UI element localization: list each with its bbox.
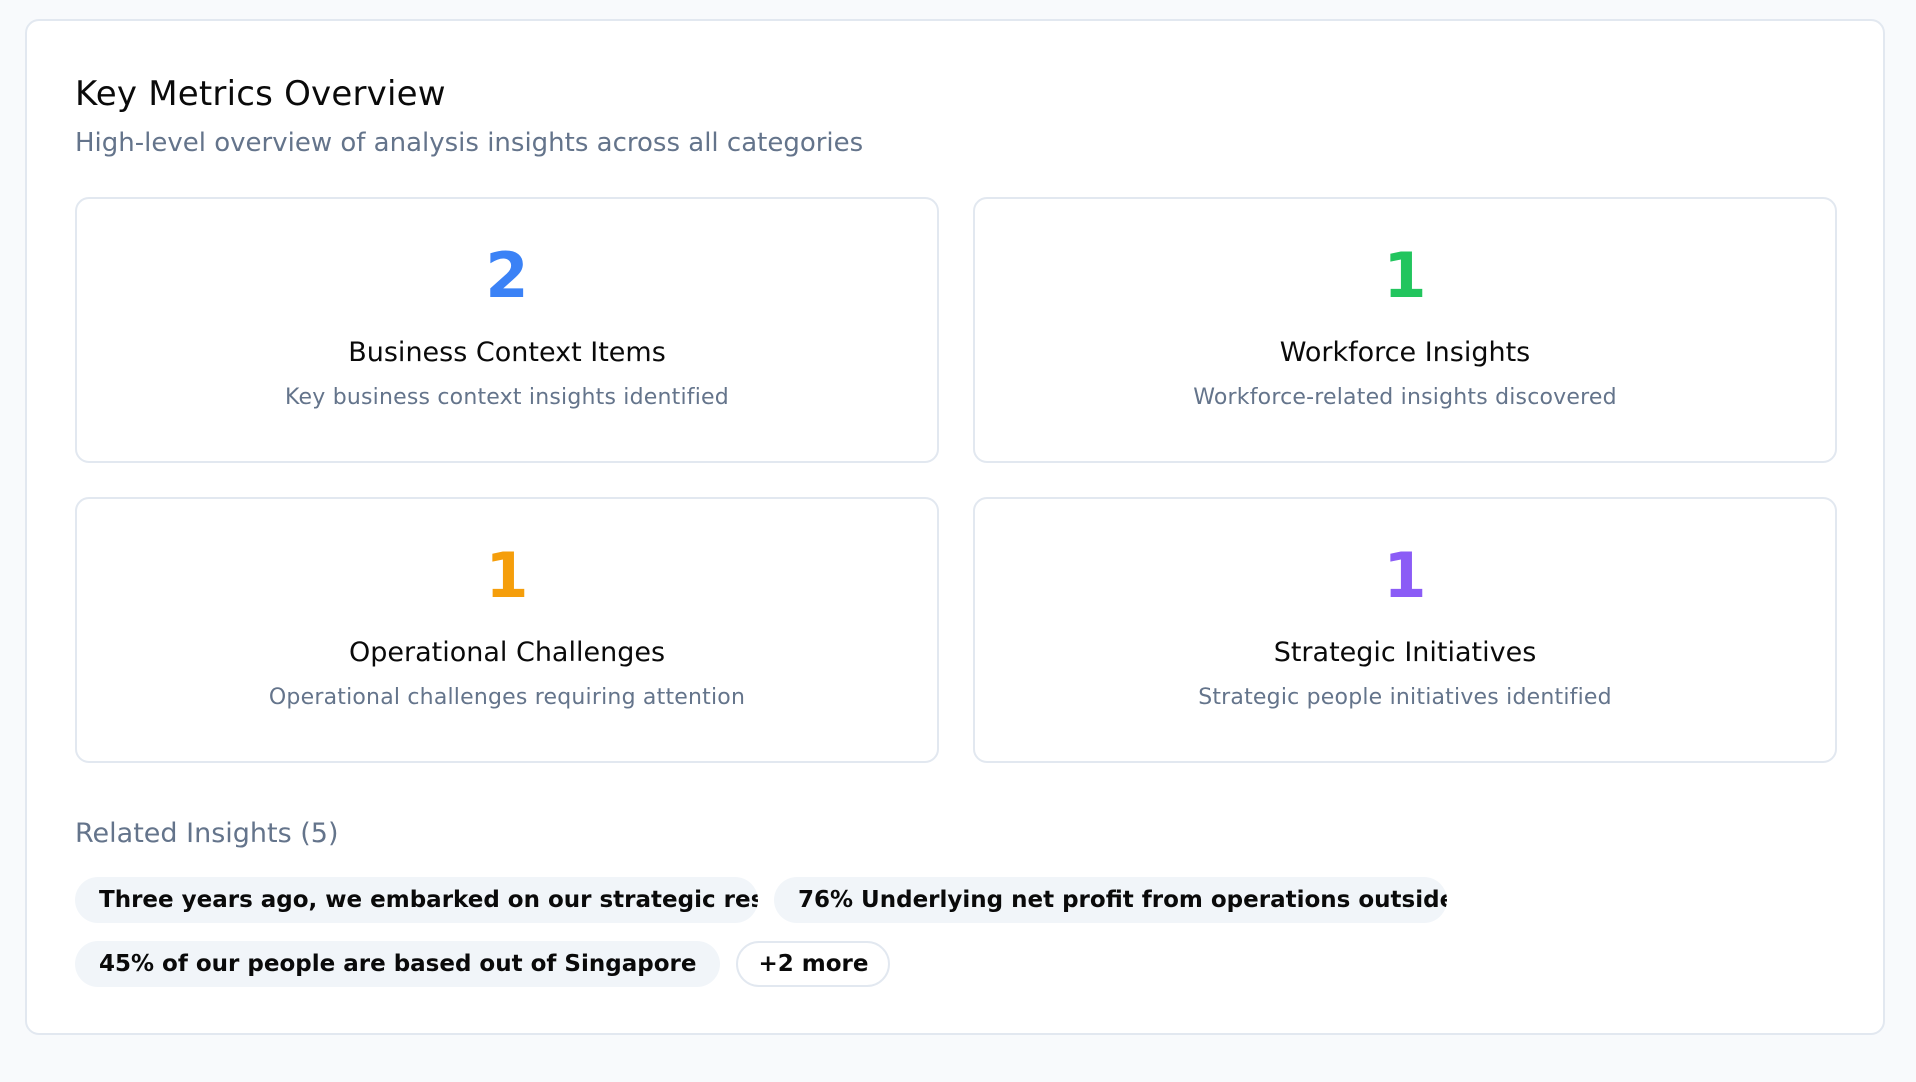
metric-label: Strategic Initiatives	[1273, 637, 1537, 668]
metric-description: Strategic people initiatives identified	[1198, 685, 1612, 710]
metric-label: Operational Challenges	[348, 637, 666, 668]
metric-card-workforce: 1 Workforce Insights Workforce-related i…	[973, 197, 1837, 463]
panel-subtitle: High-level overview of analysis insights…	[75, 128, 864, 158]
more-insights-button[interactable]: +2 more	[736, 941, 891, 987]
related-insights-heading: Related Insights (5)	[75, 818, 339, 849]
metric-value: 1	[1383, 239, 1427, 312]
metric-description: Operational challenges requiring attenti…	[268, 685, 746, 710]
key-metrics-panel: Key Metrics Overview High-level overview…	[25, 19, 1885, 1035]
metric-value: 1	[1383, 539, 1427, 612]
metric-label: Business Context Items	[348, 337, 666, 368]
related-insights-list: Three years ago, we embarked on our stra…	[75, 877, 1575, 987]
metric-description: Key business context insights identified	[285, 385, 729, 410]
metric-description: Workforce-related insights discovered	[1193, 385, 1617, 410]
metric-card-strategic: 1 Strategic Initiatives Strategic people…	[973, 497, 1837, 763]
metric-card-business-context: 2 Business Context Items Key business co…	[75, 197, 939, 463]
metric-card-operational: 1 Operational Challenges Operational cha…	[75, 497, 939, 763]
panel-title: Key Metrics Overview	[75, 74, 446, 114]
insight-chip[interactable]: 76% Underlying net profit from operation…	[774, 877, 1447, 923]
metric-label: Workforce Insights	[1279, 337, 1531, 368]
metric-value: 2	[485, 239, 529, 312]
metric-value: 1	[485, 539, 529, 612]
insight-chip[interactable]: Three years ago, we embarked on our stra…	[75, 877, 758, 923]
insight-chip[interactable]: 45% of our people are based out of Singa…	[75, 941, 721, 987]
